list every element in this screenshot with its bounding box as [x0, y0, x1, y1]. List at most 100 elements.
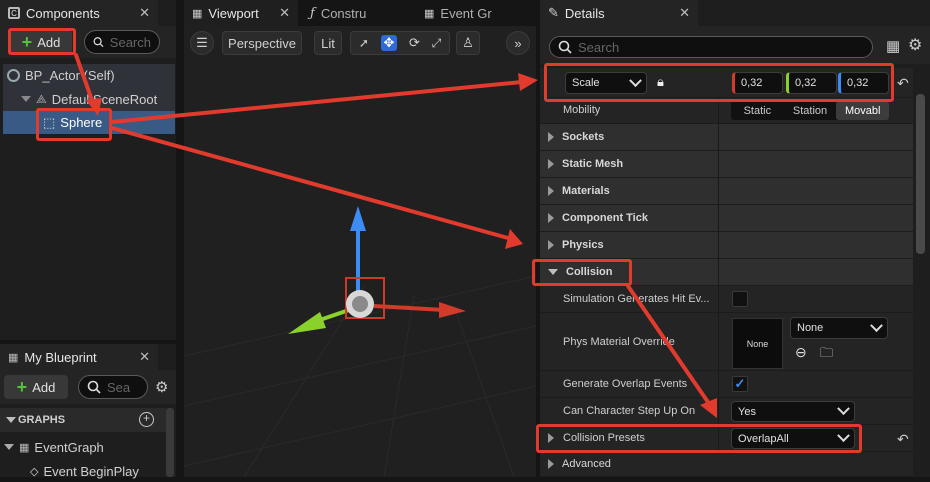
- category-materials[interactable]: Materials: [540, 178, 913, 205]
- phys-material-dropdown[interactable]: None: [790, 317, 888, 339]
- graph-item-eventgraph[interactable]: ▦ EventGraph: [0, 436, 172, 458]
- browse-folder-icon[interactable]: 🗀︎: [820, 344, 833, 366]
- category-label: Component Tick: [562, 212, 648, 224]
- viewport[interactable]: ☰ Perspective Lit ➚ ✥ ⟳ ⤢ ♙ »: [184, 26, 536, 477]
- thumb-label: None: [746, 338, 769, 349]
- reset-arrow-icon[interactable]: ↶: [897, 431, 909, 448]
- blueprint-search-input[interactable]: Sea: [78, 375, 148, 399]
- step-up-dropdown[interactable]: Yes: [731, 401, 855, 422]
- blueprint-icon: ▦: [8, 351, 19, 364]
- tab-construction-script[interactable]: ƒ Constru: [302, 0, 412, 26]
- scale-x-input[interactable]: 0,32: [732, 72, 783, 94]
- plus-icon: +: [21, 32, 33, 52]
- expand-arrow-icon: [548, 186, 554, 196]
- function-icon: ƒ: [310, 5, 315, 21]
- search-icon: [558, 40, 572, 54]
- lock-icon[interactable]: 🔒︎: [657, 74, 664, 90]
- details-toolbar: Search ▦ ⚙: [540, 26, 930, 64]
- close-icon[interactable]: ✕: [139, 349, 150, 365]
- add-label: Add: [32, 379, 56, 395]
- tab-viewport[interactable]: ▦ Viewport ✕: [184, 0, 298, 26]
- step-up-row: Can Character Step Up On Yes: [540, 398, 913, 425]
- tree-item-default-scene-root[interactable]: ⟁ DefaultSceneRoot: [3, 88, 175, 110]
- tree-label: Sphere: [60, 115, 103, 130]
- scale-z-input[interactable]: 0,32: [838, 72, 889, 94]
- add-graph-icon[interactable]: +: [139, 412, 154, 427]
- add-label: Add: [37, 34, 61, 50]
- event-icon: ◇: [30, 465, 39, 478]
- details-search-input[interactable]: Search: [549, 36, 873, 58]
- components-toolbar: + Add Search: [0, 26, 176, 58]
- tab-label: Event Gr: [440, 5, 492, 21]
- add-blueprint-button[interactable]: + Add: [4, 375, 68, 399]
- add-component-button[interactable]: + Add: [10, 30, 72, 54]
- mobility-label: Mobility: [563, 104, 601, 116]
- category-physics[interactable]: Physics: [540, 232, 913, 259]
- phys-material-value: None: [797, 322, 824, 334]
- expand-arrow-icon: [548, 459, 554, 469]
- scale-x-value: 0,32: [741, 77, 763, 89]
- close-icon[interactable]: ✕: [139, 5, 150, 21]
- generate-overlap-row: Generate Overlap Events ✓: [540, 371, 913, 398]
- expand-arrow-icon: [548, 240, 554, 250]
- category-component-tick[interactable]: Component Tick: [540, 205, 913, 232]
- components-icon: C: [8, 7, 20, 19]
- tree-label: DefaultSceneRoot: [51, 91, 158, 107]
- reset-arrow-icon[interactable]: ↶: [897, 75, 909, 92]
- components-tab[interactable]: C Components ✕: [0, 0, 158, 26]
- category-collision[interactable]: Collision: [540, 259, 913, 286]
- tab-event-graph[interactable]: ▦ Event Gr: [416, 0, 536, 26]
- tree-item-bp-actor[interactable]: BP_Actor (Self): [3, 64, 175, 86]
- expand-arrow-icon[interactable]: [548, 433, 554, 443]
- viewport-icon: ▦: [192, 7, 203, 20]
- scale-y-input[interactable]: 0,32: [786, 72, 837, 94]
- generate-overlap-checkbox[interactable]: ✓: [732, 376, 748, 392]
- close-icon[interactable]: ✕: [279, 5, 290, 21]
- scrollbar[interactable]: [166, 408, 174, 477]
- category-advanced[interactable]: Advanced: [540, 452, 913, 477]
- search-placeholder: Search: [578, 39, 620, 55]
- expand-arrow-icon: [4, 444, 14, 450]
- table-view-icon[interactable]: ▦: [886, 37, 900, 55]
- gear-icon[interactable]: ⚙: [908, 35, 922, 55]
- phys-material-row: Phys Material Override None None ⊖ 🗀︎: [540, 313, 913, 371]
- mobility-static-option[interactable]: Static: [731, 101, 784, 120]
- details-scrollbar[interactable]: [916, 94, 925, 254]
- transform-gizmo[interactable]: [184, 26, 536, 477]
- category-sockets[interactable]: Sockets: [540, 124, 913, 151]
- my-blueprint-panel: ▦ My Blueprint ✕ + Add Sea ⚙ GRAPHS + ▦ …: [0, 344, 176, 479]
- tab-label: Constru: [320, 5, 367, 21]
- gear-icon[interactable]: ⚙: [155, 378, 168, 396]
- graph-icon: ▦: [424, 7, 435, 20]
- sim-hit-row: Simulation Generates Hit Ev...: [540, 286, 913, 313]
- graph-icon: ▦: [19, 441, 30, 454]
- mobility-stationary-option[interactable]: Station: [784, 101, 837, 120]
- tree-item-sphere[interactable]: ⬚ Sphere: [3, 111, 175, 134]
- generate-overlap-label: Generate Overlap Events: [563, 378, 688, 390]
- graph-label: EventGraph: [34, 439, 104, 455]
- mobility-row: Mobility Static Station Movabl: [540, 98, 913, 124]
- sim-hit-checkbox[interactable]: [732, 291, 748, 307]
- phys-material-thumbnail[interactable]: None: [732, 318, 783, 369]
- graph-label: Event BeginPlay: [43, 463, 139, 479]
- close-icon[interactable]: ✕: [679, 5, 690, 21]
- scale-z-value: 0,32: [847, 77, 869, 89]
- details-tab[interactable]: ✎ Details ✕: [540, 0, 698, 26]
- plus-icon: +: [16, 377, 28, 397]
- mobility-movable-option[interactable]: Movabl: [836, 101, 890, 120]
- pencil-icon: ✎: [548, 5, 559, 20]
- category-label: Materials: [562, 185, 610, 197]
- components-search-input[interactable]: Search: [84, 30, 160, 54]
- expand-arrow-icon: [548, 213, 554, 223]
- graph-item-begin-play[interactable]: ◇ Event BeginPlay: [0, 460, 172, 482]
- category-static-mesh[interactable]: Static Mesh: [540, 151, 913, 178]
- graphs-header[interactable]: GRAPHS +: [0, 408, 166, 432]
- collision-presets-dropdown[interactable]: OverlapAll: [731, 428, 855, 449]
- collision-presets-value: OverlapAll: [738, 432, 789, 445]
- scale-label: Scale: [572, 77, 600, 89]
- expand-arrow-icon: [21, 96, 31, 102]
- details-column-divider[interactable]: [718, 98, 719, 452]
- scale-dropdown[interactable]: Scale: [565, 72, 647, 94]
- my-blueprint-tab[interactable]: ▦ My Blueprint ✕: [0, 344, 158, 370]
- browse-arrow-icon[interactable]: ⊖: [795, 344, 807, 361]
